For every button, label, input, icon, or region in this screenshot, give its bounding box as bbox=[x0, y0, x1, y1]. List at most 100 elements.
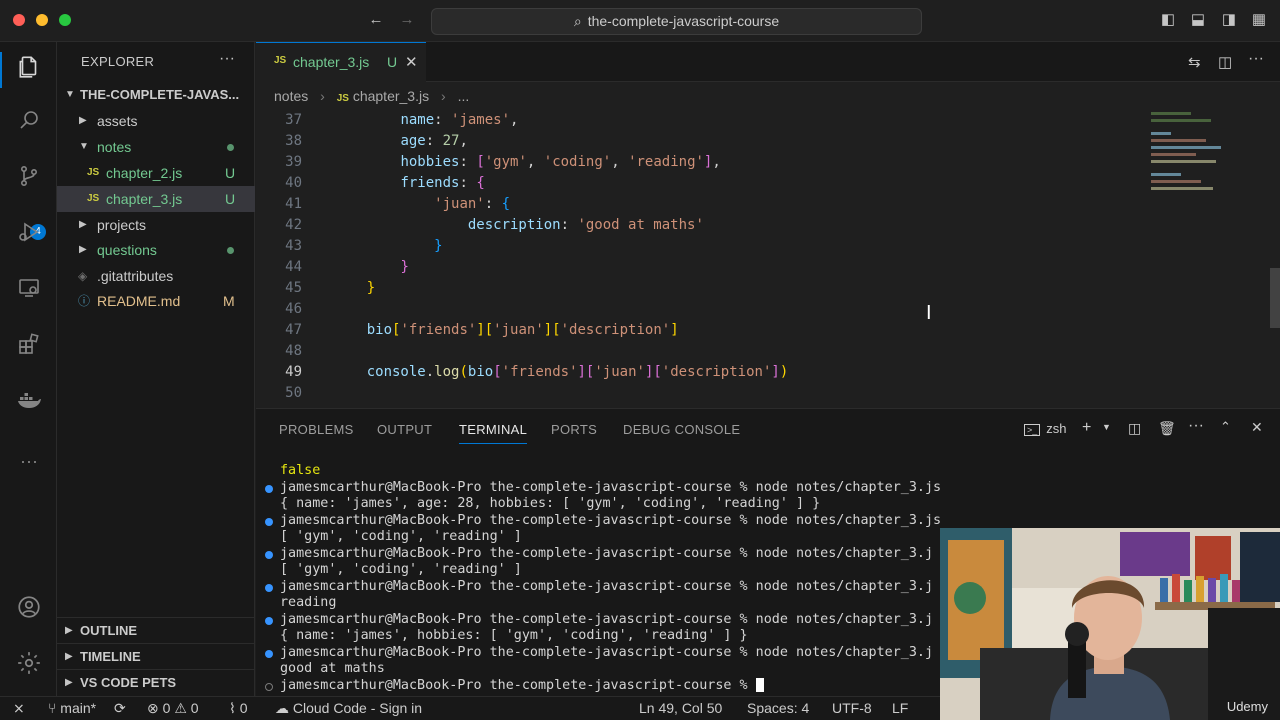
terminal-shell-selector[interactable]: >_ zsh bbox=[1024, 421, 1067, 436]
code-line: bio['friends']['juan']['description'] bbox=[366, 322, 679, 338]
tree-item-questions[interactable]: ▶ questions bbox=[57, 237, 255, 263]
tree-item-label: notes bbox=[97, 139, 132, 155]
chevron-right-icon: › bbox=[441, 88, 446, 104]
text-cursor-icon: I bbox=[926, 302, 932, 324]
minimize-window-button[interactable] bbox=[36, 14, 48, 26]
tree-item-chapter-2[interactable]: JS chapter_2.js U bbox=[57, 160, 255, 186]
toggle-panel-icon[interactable]: ⬓ bbox=[1190, 12, 1206, 28]
explorer-icon[interactable] bbox=[14, 54, 44, 84]
settings-gear-icon[interactable] bbox=[14, 650, 44, 680]
git-branch-icon: ⑂ bbox=[48, 700, 61, 716]
explorer-header: EXPLORER bbox=[81, 54, 155, 69]
customize-layout-icon[interactable]: ▦ bbox=[1251, 12, 1267, 28]
cloud-label: Cloud Code - Sign in bbox=[292, 700, 423, 716]
timeline-section[interactable]: ▶ TIMELINE bbox=[57, 643, 255, 669]
close-panel-icon[interactable]: ✕ bbox=[1251, 419, 1263, 436]
chevron-right-icon: › bbox=[320, 88, 325, 104]
back-arrow-icon[interactable]: ← bbox=[368, 12, 384, 28]
panel-more-icon[interactable]: ··· bbox=[1188, 417, 1204, 435]
warning-count: 0 bbox=[190, 700, 199, 716]
ports-count: 0 bbox=[239, 700, 248, 716]
indentation[interactable]: Spaces: 4 bbox=[747, 700, 809, 716]
code-line: } bbox=[400, 259, 409, 275]
extensions-icon[interactable] bbox=[14, 332, 44, 362]
vscode-pets-section[interactable]: ▶ VS CODE PETS bbox=[57, 669, 255, 695]
remote-indicator-icon[interactable]: ⨯ bbox=[13, 700, 25, 717]
search-icon: ⌕ bbox=[573, 13, 582, 29]
command-success-icon bbox=[265, 584, 273, 592]
command-success-icon bbox=[265, 650, 273, 658]
maximize-window-button[interactable] bbox=[59, 14, 71, 26]
close-tab-icon[interactable]: ✕ bbox=[405, 53, 418, 71]
toggle-secondary-sidebar-icon[interactable]: ◨ bbox=[1221, 12, 1237, 28]
js-file-icon: JS bbox=[274, 55, 287, 66]
tree-item-chapter-3[interactable]: JS chapter_3.js U bbox=[57, 186, 255, 212]
breadcrumb-item[interactable]: notes bbox=[274, 88, 308, 104]
breadcrumb-item[interactable]: chapter_3.js bbox=[353, 88, 429, 104]
source-control-icon[interactable] bbox=[14, 164, 44, 194]
tab-terminal[interactable]: TERMINAL bbox=[459, 422, 528, 444]
git-status-badge: U bbox=[225, 165, 236, 181]
terminal-prompt[interactable]: jamesmcarthur@MacBook-Pro the-complete-j… bbox=[280, 678, 764, 693]
encoding[interactable]: UTF-8 bbox=[832, 700, 872, 716]
line-number: 42 bbox=[285, 217, 302, 233]
tree-item-notes[interactable]: ▼ notes bbox=[57, 134, 255, 160]
accounts-icon[interactable] bbox=[14, 594, 44, 624]
tab-debug-console[interactable]: DEBUG CONSOLE bbox=[623, 422, 740, 437]
tree-item-assets[interactable]: ▶ assets bbox=[57, 108, 255, 134]
new-terminal-icon[interactable]: + bbox=[1082, 419, 1091, 437]
workspace-root[interactable]: ▼ THE-COMPLETE-JAVAS... bbox=[57, 82, 255, 108]
tree-item-projects[interactable]: ▶ projects bbox=[57, 212, 255, 238]
line-number: 38 bbox=[285, 133, 302, 149]
cursor-position[interactable]: Ln 49, Col 50 bbox=[639, 700, 722, 716]
sync-icon[interactable]: ⟳ bbox=[114, 700, 126, 717]
tree-item-gitattributes[interactable]: ◈ .gitattributes bbox=[57, 263, 255, 289]
split-terminal-icon[interactable]: ◫ bbox=[1128, 420, 1141, 437]
tab-ports[interactable]: PORTS bbox=[551, 422, 597, 437]
line-ending[interactable]: LF bbox=[892, 700, 908, 716]
branch-indicator[interactable]: ⑂ main* bbox=[48, 700, 96, 716]
problems-indicator[interactable]: ⊗ 0 ⚠ 0 bbox=[147, 700, 199, 717]
title-bar: ← → ⌕ the-complete-javascript-course ◧ ⬓ … bbox=[0, 0, 1280, 42]
error-icon: ⊗ bbox=[147, 700, 163, 716]
editor-scrollbar[interactable] bbox=[1270, 268, 1280, 328]
breadcrumb-item[interactable]: ... bbox=[458, 88, 470, 104]
terminal-line: jamesmcarthur@MacBook-Pro the-complete-j… bbox=[280, 546, 934, 561]
command-center-search[interactable]: ⌕ the-complete-javascript-course bbox=[431, 8, 922, 35]
tree-item-readme[interactable]: ⓘ README.md M bbox=[57, 288, 255, 314]
chevron-right-icon: ▶ bbox=[65, 677, 73, 688]
tab-problems[interactable]: PROBLEMS bbox=[279, 422, 354, 437]
forward-arrow-icon[interactable]: → bbox=[399, 12, 415, 28]
tree-item-label: README.md bbox=[97, 293, 181, 309]
editor-more-icon[interactable]: ··· bbox=[1248, 50, 1264, 68]
cloud-code-indicator[interactable]: ☁ Cloud Code - Sign in bbox=[275, 700, 422, 717]
terminal-line: false bbox=[280, 463, 321, 478]
toggle-primary-sidebar-icon[interactable]: ◧ bbox=[1160, 12, 1176, 28]
chevron-right-icon: ▶ bbox=[65, 651, 73, 662]
command-success-icon bbox=[265, 518, 273, 526]
close-window-button[interactable] bbox=[13, 14, 25, 26]
split-editor-icon[interactable]: ◫ bbox=[1218, 53, 1232, 71]
more-views-icon[interactable]: ··· bbox=[14, 446, 44, 476]
terminal-line: [ 'gym', 'coding', 'reading' ] bbox=[280, 529, 522, 544]
line-number: 41 bbox=[285, 196, 302, 212]
outline-section[interactable]: ▶ OUTLINE bbox=[57, 617, 255, 643]
js-file-icon: JS bbox=[87, 167, 100, 178]
line-number: 50 bbox=[285, 385, 302, 401]
terminal-line: jamesmcarthur@MacBook-Pro the-complete-j… bbox=[280, 513, 942, 528]
code-line: name: 'james', bbox=[400, 112, 519, 128]
tab-output[interactable]: OUTPUT bbox=[377, 422, 432, 437]
tree-item-label: projects bbox=[97, 217, 147, 233]
docker-icon[interactable] bbox=[14, 388, 44, 418]
explorer-more-icon[interactable]: ··· bbox=[219, 50, 235, 68]
compare-changes-icon[interactable]: ⇆ bbox=[1188, 53, 1201, 71]
run-debug-icon[interactable] bbox=[14, 220, 44, 250]
maximize-panel-icon[interactable]: ⌃ bbox=[1220, 419, 1231, 435]
search-icon[interactable] bbox=[14, 108, 44, 138]
remote-explorer-icon[interactable] bbox=[14, 276, 44, 306]
ports-indicator[interactable]: ⌇ 0 bbox=[229, 700, 248, 717]
chevron-down-icon[interactable]: ▼ bbox=[1102, 422, 1111, 432]
minimap[interactable] bbox=[1151, 108, 1241, 238]
tab-chapter-3[interactable]: JS chapter_3.js U ✕ bbox=[256, 42, 426, 82]
trash-icon[interactable]: 🗑 bbox=[1158, 420, 1176, 437]
